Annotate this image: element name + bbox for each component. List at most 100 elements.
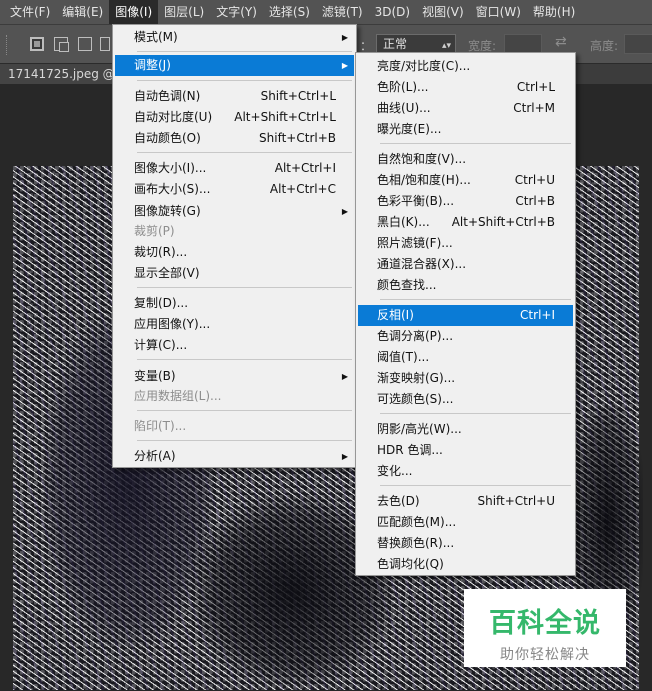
- item-label: 黑白(K)...: [377, 215, 430, 229]
- adjust-item-shadows-highlights[interactable]: 阴影/高光(W)...: [358, 419, 573, 440]
- item-label: 画布大小(S)...: [134, 182, 211, 196]
- adjust-item-desaturate[interactable]: 去色(D) Shift+Ctrl+U: [358, 491, 573, 512]
- menu-separator: [137, 440, 352, 441]
- options-grip[interactable]: [6, 35, 11, 55]
- item-label: 计算(C)...: [134, 338, 188, 352]
- style-select-value: 正常: [383, 37, 408, 51]
- image-menu-item-analysis[interactable]: 分析(A) ▶: [115, 446, 354, 467]
- item-label: 去色(D): [377, 494, 420, 508]
- item-label: 阈值(T)...: [377, 350, 430, 364]
- swap-icon[interactable]: ⇄: [555, 34, 567, 50]
- image-menu-item-mode[interactable]: 模式(M) ▶: [115, 27, 354, 48]
- item-label: 复制(D)...: [134, 296, 189, 310]
- image-menu-item-crop: 裁剪(P): [115, 221, 354, 242]
- menu-image[interactable]: 图像(I): [109, 0, 159, 24]
- adjust-item-hue-saturation[interactable]: 色相/饱和度(H)... Ctrl+U: [358, 170, 573, 191]
- submenu-arrow-icon: ▶: [341, 372, 348, 381]
- menu-select[interactable]: 选择(S): [263, 0, 316, 24]
- item-label: 陷印(T)...: [134, 419, 187, 433]
- width-input[interactable]: [504, 34, 542, 54]
- add-to-selection-icon[interactable]: [54, 37, 69, 52]
- item-label: 自然饱和度(V)...: [377, 152, 467, 166]
- image-menu-item-adjust[interactable]: 调整(J) ▶: [115, 55, 354, 76]
- image-menu-item-image-size[interactable]: 图像大小(I)... Alt+Ctrl+I: [115, 158, 354, 179]
- menu-separator: [380, 299, 571, 300]
- adjust-item-threshold[interactable]: 阈值(T)...: [358, 347, 573, 368]
- image-menu-item-apply-data-set: 应用数据组(L)...: [115, 386, 354, 407]
- menu-help[interactable]: 帮助(H): [527, 0, 581, 24]
- image-menu-item-duplicate[interactable]: 复制(D)...: [115, 293, 354, 314]
- adjust-item-curves[interactable]: 曲线(U)... Ctrl+M: [358, 98, 573, 119]
- adjust-item-channel-mixer[interactable]: 通道混合器(X)...: [358, 254, 573, 275]
- menu-separator: [137, 359, 352, 360]
- item-shortcut: Ctrl+L: [516, 80, 555, 94]
- item-label: 色调分离(P)...: [377, 329, 454, 343]
- item-label: 变量(B): [134, 369, 176, 383]
- menu-filter[interactable]: 滤镜(T): [316, 0, 369, 24]
- image-menu-item-calculations[interactable]: 计算(C)...: [115, 335, 354, 356]
- item-label: 应用图像(Y)...: [134, 317, 211, 331]
- item-label: 照片滤镜(F)...: [377, 236, 453, 250]
- adjust-item-levels[interactable]: 色阶(L)... Ctrl+L: [358, 77, 573, 98]
- height-input[interactable]: [624, 34, 652, 54]
- adjust-item-brightness-contrast[interactable]: 亮度/对比度(C)...: [358, 56, 573, 77]
- watermark-subtitle: 助你轻松解决: [500, 647, 590, 663]
- adjustments-submenu: 亮度/对比度(C)... 色阶(L)... Ctrl+L 曲线(U)... Ct…: [355, 52, 576, 576]
- adjust-item-vibrance[interactable]: 自然饱和度(V)...: [358, 149, 573, 170]
- adjust-item-color-balance[interactable]: 色彩平衡(B)... Ctrl+B: [358, 191, 573, 212]
- adjust-item-hdr-toning[interactable]: HDR 色调...: [358, 440, 573, 461]
- image-menu-item-canvas-size[interactable]: 画布大小(S)... Alt+Ctrl+C: [115, 179, 354, 200]
- image-menu-item-image-rotation[interactable]: 图像旋转(G) ▶: [115, 201, 354, 222]
- menu-type[interactable]: 文字(Y): [210, 0, 263, 24]
- adjust-item-exposure[interactable]: 曝光度(E)...: [358, 119, 573, 140]
- intersect-selection-icon[interactable]: [100, 37, 110, 51]
- image-menu-item-trim[interactable]: 裁切(R)...: [115, 242, 354, 263]
- adjust-item-selective-color[interactable]: 可选颜色(S)...: [358, 389, 573, 410]
- adjust-item-equalize[interactable]: 色调均化(Q): [358, 554, 573, 575]
- menu-window[interactable]: 窗口(W): [470, 0, 527, 24]
- menu-layer[interactable]: 图层(L): [158, 0, 210, 24]
- menu-file[interactable]: 文件(F): [4, 0, 56, 24]
- subtract-selection-icon[interactable]: [78, 37, 92, 51]
- item-label: 可选颜色(S)...: [377, 392, 454, 406]
- adjust-item-invert[interactable]: 反相(I) Ctrl+I: [358, 305, 573, 326]
- adjust-item-gradient-map[interactable]: 渐变映射(G)...: [358, 368, 573, 389]
- item-shortcut: Shift+Ctrl+B: [259, 131, 336, 145]
- image-menu-item-variables[interactable]: 变量(B) ▶: [115, 366, 354, 387]
- menu-view[interactable]: 视图(V): [416, 0, 470, 24]
- adjust-item-replace-color[interactable]: 替换颜色(R)...: [358, 533, 573, 554]
- item-label: 颜色查找...: [377, 278, 437, 292]
- item-label: 色调均化(Q): [377, 557, 444, 571]
- image-menu-item-auto-color[interactable]: 自动颜色(O) Shift+Ctrl+B: [115, 128, 354, 149]
- item-label: 分析(A): [134, 449, 176, 463]
- menu-edit[interactable]: 编辑(E): [56, 0, 109, 24]
- item-shortcut: Alt+Shift+Ctrl+B: [451, 215, 555, 229]
- new-selection-icon[interactable]: [30, 37, 44, 51]
- item-label: 自动对比度(U): [134, 110, 213, 124]
- style-select[interactable]: 正常 ▴▾: [376, 34, 456, 54]
- item-label: 图像大小(I)...: [134, 161, 207, 175]
- item-label: 反相(I): [377, 308, 414, 322]
- menu-separator: [380, 485, 571, 486]
- item-label: HDR 色调...: [377, 443, 443, 457]
- adjust-item-color-lookup[interactable]: 颜色查找...: [358, 275, 573, 296]
- item-label: 显示全部(V): [134, 266, 200, 280]
- menu-3d[interactable]: 3D(D): [369, 0, 416, 24]
- adjust-item-match-color[interactable]: 匹配颜色(M)...: [358, 512, 573, 533]
- adjust-item-black-white[interactable]: 黑白(K)... Alt+Shift+Ctrl+B: [358, 212, 573, 233]
- adjust-item-posterize[interactable]: 色调分离(P)...: [358, 326, 573, 347]
- image-menu-item-reveal-all[interactable]: 显示全部(V): [115, 263, 354, 284]
- image-menu-item-auto-tone[interactable]: 自动色调(N) Shift+Ctrl+L: [115, 86, 354, 107]
- item-label: 裁剪(P): [134, 224, 175, 238]
- item-shortcut: Ctrl+B: [515, 194, 555, 208]
- image-menu-item-apply-image[interactable]: 应用图像(Y)...: [115, 314, 354, 335]
- document-tab[interactable]: 17141725.jpeg @ 8: [0, 64, 118, 84]
- image-menu-item-auto-contrast[interactable]: 自动对比度(U) Alt+Shift+Ctrl+L: [115, 107, 354, 128]
- adjust-item-photo-filter[interactable]: 照片滤镜(F)...: [358, 233, 573, 254]
- adjust-item-variations[interactable]: 变化...: [358, 461, 573, 482]
- menu-separator: [137, 80, 352, 81]
- item-shortcut: Alt+Ctrl+C: [269, 182, 336, 196]
- submenu-arrow-icon: ▶: [341, 207, 348, 216]
- item-shortcut: Alt+Shift+Ctrl+L: [234, 110, 336, 124]
- item-label: 自动颜色(O): [134, 131, 201, 145]
